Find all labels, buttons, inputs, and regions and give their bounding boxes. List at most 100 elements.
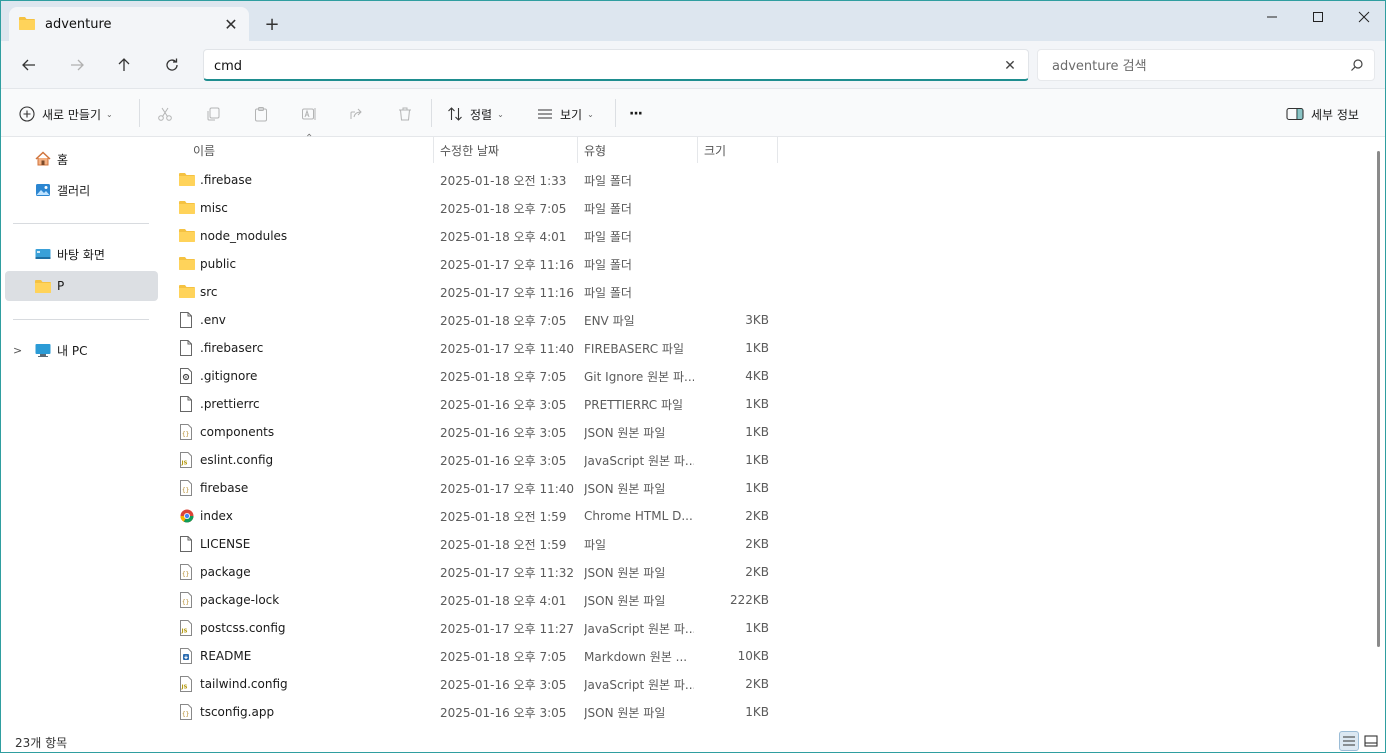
paste-button[interactable] bbox=[253, 101, 269, 127]
file-size: 4KB bbox=[745, 369, 769, 383]
cut-button[interactable] bbox=[157, 101, 173, 127]
column-divider[interactable] bbox=[777, 137, 778, 163]
file-name: index bbox=[200, 509, 233, 523]
file-size: 1KB bbox=[745, 425, 769, 439]
column-header-size[interactable]: 크기 bbox=[704, 137, 726, 163]
column-header-date[interactable]: 수정한 날짜 bbox=[440, 137, 499, 163]
file-row[interactable]: {} package 2025-01-17 오후 11:32 JSON 원본 파일 2K… bbox=[173, 558, 789, 586]
gear-file-icon bbox=[179, 368, 195, 384]
file-explorer-window: adventure ✕ + ✕ bbox=[0, 0, 1386, 753]
new-tab-button[interactable]: + bbox=[259, 11, 285, 37]
file-row[interactable]: node_modules 2025-01-18 오후 4:01 파일 폴더 bbox=[173, 222, 789, 250]
file-type: Markdown 원본 ... bbox=[584, 649, 688, 664]
sort-button[interactable]: 정렬 ⌄ bbox=[447, 101, 504, 127]
file-size: 2KB bbox=[745, 565, 769, 579]
sidebar-item-desktop[interactable]: 바탕 화면 bbox=[5, 239, 158, 269]
address-bar[interactable]: ✕ bbox=[203, 49, 1029, 81]
file-date: 2025-01-17 오후 11:40 bbox=[440, 481, 575, 496]
sidebar-divider bbox=[13, 319, 149, 320]
trash-icon bbox=[399, 107, 411, 121]
close-tab-button[interactable]: ✕ bbox=[217, 10, 245, 38]
minimize-icon bbox=[1267, 16, 1277, 18]
file-name: package bbox=[200, 565, 251, 579]
toolbar-divider bbox=[615, 99, 616, 127]
share-button[interactable] bbox=[349, 101, 365, 127]
search-box[interactable] bbox=[1037, 49, 1375, 81]
file-row[interactable]: index 2025-01-18 오전 1:59 Chrome HTML D... 2… bbox=[173, 502, 789, 530]
file-name: .prettierrc bbox=[200, 397, 260, 411]
file-size: 1KB bbox=[745, 453, 769, 467]
file-date: 2025-01-18 오후 7:05 bbox=[440, 313, 567, 328]
vertical-scrollbar[interactable] bbox=[1377, 151, 1380, 647]
view-list-icon bbox=[538, 109, 552, 119]
sidebar-item-gallery[interactable]: 갤러리 bbox=[5, 175, 158, 205]
file-row[interactable]: JS eslint.config 2025-01-16 오후 3:05 JavaScr… bbox=[173, 446, 789, 474]
file-row[interactable]: JS postcss.config 2025-01-17 오후 11:27 JavaS… bbox=[173, 614, 789, 642]
file-type: JavaScript 원본 파... bbox=[584, 453, 694, 468]
more-options-button[interactable]: ··· bbox=[629, 101, 643, 127]
forward-button[interactable] bbox=[62, 51, 92, 79]
delete-button[interactable] bbox=[397, 101, 413, 127]
gallery-icon bbox=[36, 184, 50, 196]
file-row[interactable]: misc 2025-01-18 오후 7:05 파일 폴더 bbox=[173, 194, 789, 222]
file-name: .env bbox=[200, 313, 226, 327]
tab-adventure[interactable]: adventure ✕ bbox=[9, 7, 249, 41]
file-name: misc bbox=[200, 201, 228, 215]
minimize-button[interactable] bbox=[1249, 1, 1295, 33]
file-row[interactable]: JS tailwind.config 2025-01-16 오후 3:05 JavaS… bbox=[173, 670, 789, 698]
sort-icon bbox=[448, 107, 462, 121]
clear-address-button[interactable]: ✕ bbox=[1000, 56, 1020, 76]
maximize-button[interactable] bbox=[1295, 1, 1341, 33]
file-row[interactable]: .firebaserc 2025-01-17 오후 11:40 FIREBASERC… bbox=[173, 334, 789, 362]
file-row[interactable]: src 2025-01-17 오후 11:16 파일 폴더 bbox=[173, 278, 789, 306]
file-row[interactable]: public 2025-01-17 오후 11:16 파일 폴더 bbox=[173, 250, 789, 278]
file-name: tsconfig.app bbox=[200, 705, 275, 719]
file-date: 2025-01-18 오전 1:59 bbox=[440, 509, 567, 524]
details-pane-button[interactable]: 세부 정보 bbox=[1286, 101, 1359, 127]
file-name: src bbox=[200, 285, 218, 299]
search-input[interactable] bbox=[1052, 56, 1332, 76]
column-divider[interactable] bbox=[577, 137, 578, 163]
file-type: JavaScript 원본 파... bbox=[584, 621, 694, 636]
close-window-button[interactable] bbox=[1341, 1, 1385, 33]
file-row[interactable]: {} components 2025-01-16 오후 3:05 JSON 원본 파일… bbox=[173, 418, 789, 446]
file-row[interactable]: LICENSE 2025-01-18 오전 1:59 파일 2KB bbox=[173, 530, 789, 558]
file-name: public bbox=[200, 257, 237, 271]
file-row[interactable]: README 2025-01-18 오후 7:05 Markdown 원본 ... 1… bbox=[173, 642, 789, 670]
file-size: 1KB bbox=[745, 481, 769, 495]
file-size: 1KB bbox=[745, 397, 769, 411]
sort-ascending-icon: ⌃ bbox=[305, 133, 314, 144]
column-divider[interactable] bbox=[697, 137, 698, 163]
arrow-right-icon bbox=[71, 59, 84, 71]
file-row[interactable]: .firebase 2025-01-18 오전 1:33 파일 폴더 bbox=[173, 166, 789, 194]
search-icon[interactable] bbox=[1350, 58, 1364, 75]
file-row[interactable]: .env 2025-01-18 오후 7:05 ENV 파일 3KB bbox=[173, 306, 789, 334]
file-row[interactable]: {} firebase 2025-01-17 오후 11:40 JSON 원본 파일 1… bbox=[173, 474, 789, 502]
file-row[interactable]: .gitignore 2025-01-18 오후 7:05 Git Ignore 원… bbox=[173, 362, 789, 390]
sidebar-item-home[interactable]: 홈 bbox=[5, 144, 158, 174]
file-row[interactable]: {} tsconfig.app 2025-01-16 오후 3:05 JSON 원본 … bbox=[173, 698, 789, 726]
file-date: 2025-01-17 오후 11:32 bbox=[440, 565, 575, 580]
file-row[interactable]: .prettierrc 2025-01-16 오후 3:05 PRETTIERRC … bbox=[173, 390, 789, 418]
file-date: 2025-01-18 오후 7:05 bbox=[440, 649, 567, 664]
refresh-button[interactable] bbox=[157, 51, 187, 79]
new-button[interactable]: 새로 만들기 ⌄ bbox=[19, 101, 113, 127]
rename-icon bbox=[302, 108, 316, 120]
tiles-view-button[interactable] bbox=[1361, 731, 1381, 751]
svg-text:JS: JS bbox=[181, 685, 188, 691]
sidebar-item-label: 바탕 화면 bbox=[57, 247, 105, 262]
column-header-type[interactable]: 유형 bbox=[584, 137, 606, 163]
column-header-name[interactable]: 이름 bbox=[193, 137, 215, 163]
file-row[interactable]: {} package-lock 2025-01-18 오후 4:01 JSON 원본 … bbox=[173, 586, 789, 614]
up-button[interactable] bbox=[109, 51, 139, 79]
view-button[interactable]: 보기 ⌄ bbox=[537, 101, 594, 127]
rename-button[interactable] bbox=[301, 101, 317, 127]
copy-button[interactable] bbox=[205, 101, 221, 127]
details-view-button[interactable] bbox=[1339, 731, 1359, 751]
address-input[interactable] bbox=[214, 56, 994, 76]
file-name: node_modules bbox=[200, 229, 288, 243]
back-button[interactable] bbox=[14, 51, 44, 79]
column-divider[interactable] bbox=[433, 137, 434, 163]
sidebar-item-this-pc[interactable]: 내 PC bbox=[5, 335, 158, 365]
sidebar-item-p-folder[interactable]: P bbox=[5, 271, 158, 301]
